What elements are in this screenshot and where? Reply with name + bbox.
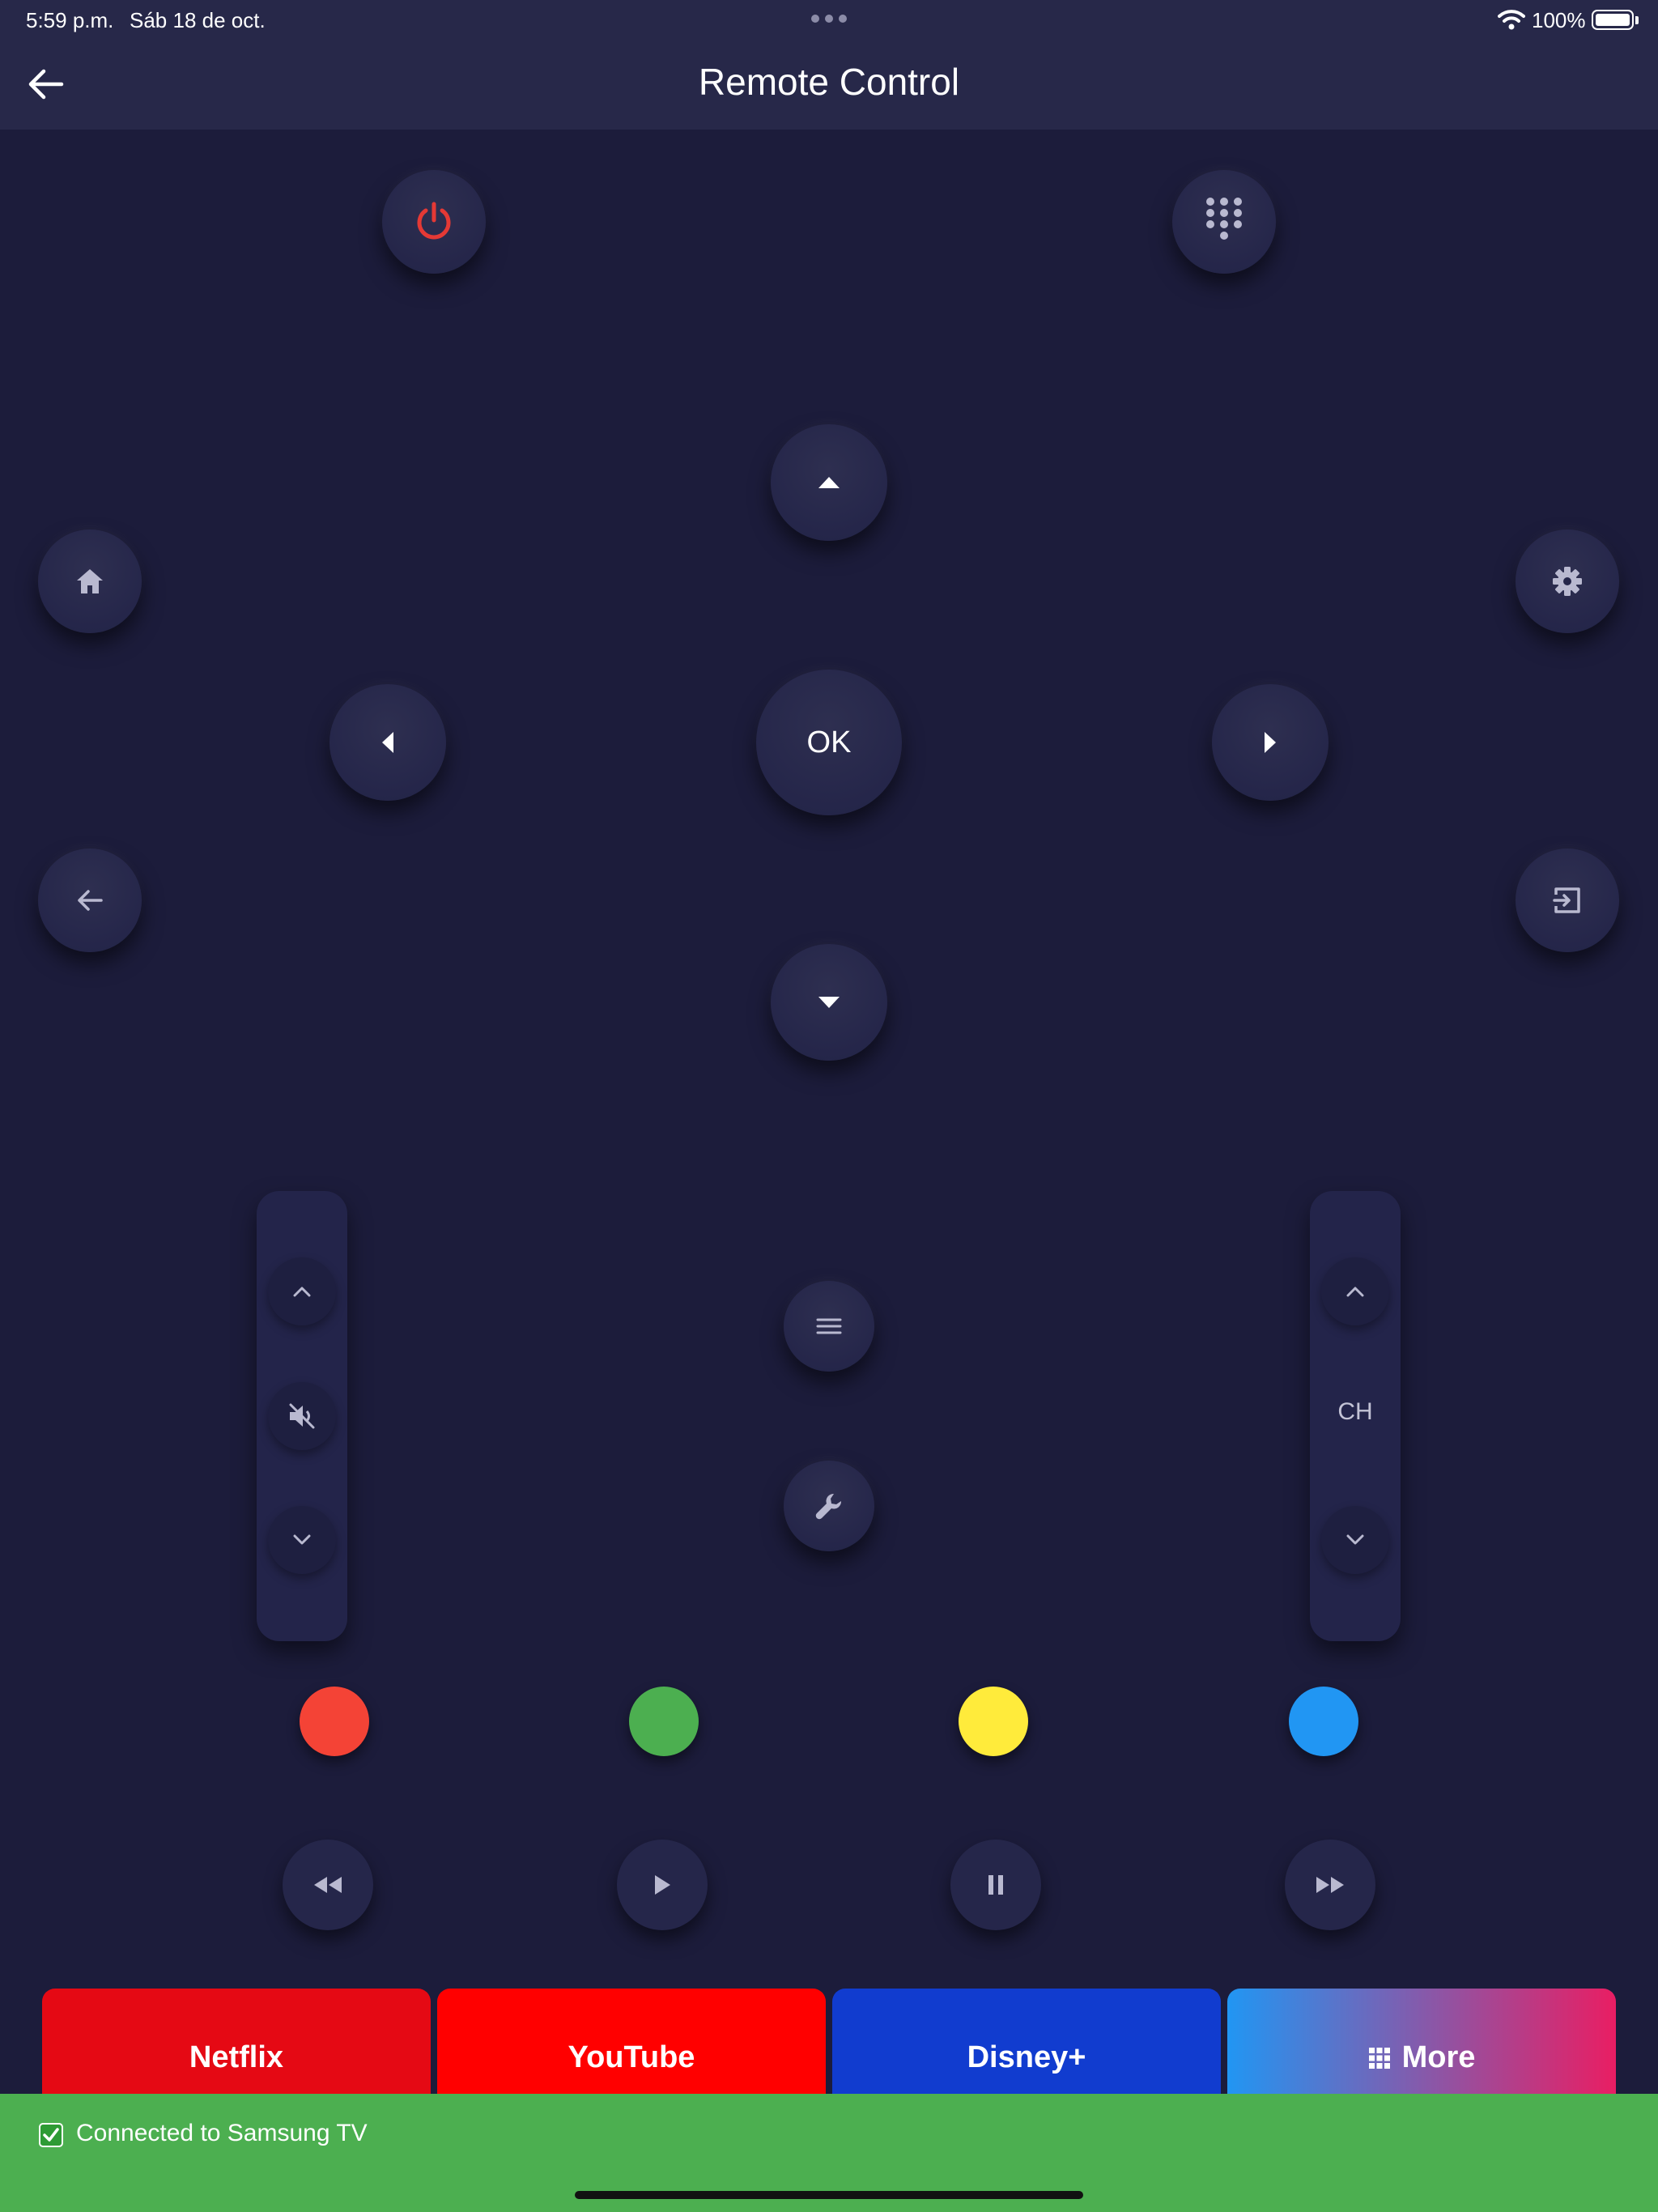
pause-button[interactable] xyxy=(950,1840,1041,1930)
volume-down-button[interactable] xyxy=(268,1506,336,1574)
dpad-right-button[interactable] xyxy=(1212,684,1329,801)
pause-icon xyxy=(988,1875,1003,1895)
wifi-icon xyxy=(1498,10,1525,30)
gear-icon xyxy=(1553,567,1582,596)
keypad-button[interactable] xyxy=(1172,170,1276,274)
triangle-up-icon xyxy=(818,477,840,488)
back-button[interactable] xyxy=(38,849,142,952)
more-label: More xyxy=(1401,2040,1476,2074)
volume-up-button[interactable] xyxy=(268,1257,336,1325)
tools-button[interactable] xyxy=(784,1461,874,1551)
battery-percent: 100% xyxy=(1532,8,1586,32)
status-time: 5:59 p.m. xyxy=(26,8,114,32)
channel-down-button[interactable] xyxy=(1321,1506,1389,1574)
dpad-up-button[interactable] xyxy=(771,424,887,541)
red-key[interactable] xyxy=(300,1687,369,1756)
rewind-icon xyxy=(314,1877,342,1893)
battery-icon xyxy=(1592,10,1634,30)
status-date: Sáb 18 de oct. xyxy=(130,8,266,32)
triangle-down-icon xyxy=(818,997,840,1008)
arrow-left-icon xyxy=(78,890,103,911)
dialpad-icon xyxy=(1206,198,1242,240)
fast-forward-icon xyxy=(1316,1877,1344,1893)
settings-button[interactable] xyxy=(1516,530,1619,633)
blue-key[interactable] xyxy=(1289,1687,1358,1756)
home-button[interactable] xyxy=(38,530,142,633)
page-title: Remote Control xyxy=(698,61,960,103)
apps-grid-icon xyxy=(1368,2047,1390,2069)
chevron-down-icon xyxy=(1346,1534,1364,1545)
chevron-up-icon xyxy=(293,1287,311,1297)
wrench-icon xyxy=(815,1493,842,1520)
netflix-label: Netflix xyxy=(189,2040,284,2074)
volume-control xyxy=(257,1191,347,1641)
channel-up-button[interactable] xyxy=(1321,1257,1389,1325)
disney-plus-label: Disney+ xyxy=(967,2040,1086,2074)
green-key[interactable] xyxy=(629,1687,699,1756)
toast-message: Connected to Samsung TV xyxy=(76,2120,368,2146)
dpad-left-button[interactable] xyxy=(329,684,446,801)
youtube-label: YouTube xyxy=(568,2040,695,2074)
volume-mute-icon xyxy=(289,1403,315,1429)
dpad-down-button[interactable] xyxy=(771,944,887,1061)
play-icon xyxy=(655,1875,670,1895)
fast-forward-button[interactable] xyxy=(1285,1840,1375,1930)
app-bar: 5:59 p.m. Sáb 18 de oct. 100% Remote Con… xyxy=(0,0,1658,130)
yellow-key[interactable] xyxy=(959,1687,1028,1756)
triangle-left-icon xyxy=(382,732,393,753)
ok-button[interactable]: OK xyxy=(756,670,902,815)
power-button[interactable] xyxy=(382,170,486,274)
menu-icon xyxy=(816,1318,842,1334)
exit-icon xyxy=(1553,887,1580,913)
channel-label: CH xyxy=(1337,1398,1373,1425)
triangle-right-icon xyxy=(1265,732,1276,753)
remote-control-screen: 5:59 p.m. Sáb 18 de oct. 100% Remote Con… xyxy=(0,0,1658,2212)
chevron-up-icon xyxy=(1346,1287,1364,1297)
play-button[interactable] xyxy=(617,1840,708,1930)
channel-control: CH xyxy=(1310,1191,1401,1641)
ok-label: OK xyxy=(806,725,852,759)
chevron-down-icon xyxy=(293,1534,311,1545)
home-icon xyxy=(77,569,103,593)
exit-button[interactable] xyxy=(1516,849,1619,952)
power-icon xyxy=(417,202,451,240)
home-indicator[interactable] xyxy=(575,2191,1083,2199)
rewind-button[interactable] xyxy=(283,1840,373,1930)
checkmark-icon xyxy=(39,2123,63,2147)
menu-button[interactable] xyxy=(784,1281,874,1372)
mute-button[interactable] xyxy=(268,1382,336,1450)
multitasking-dots-icon[interactable] xyxy=(811,15,847,23)
